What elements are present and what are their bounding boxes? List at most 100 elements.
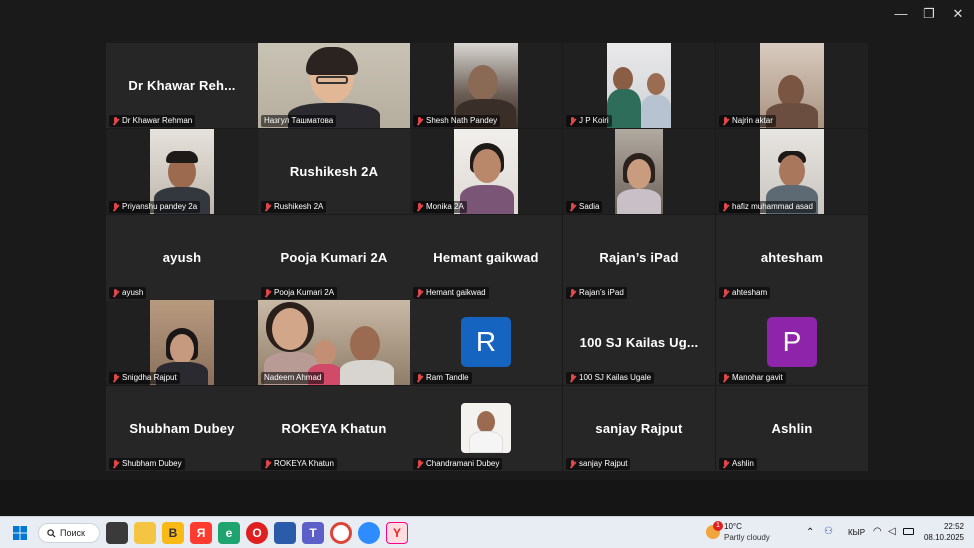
yandex-music-icon[interactable]: Y — [386, 522, 408, 544]
mic-muted-icon — [416, 373, 423, 383]
mic-muted-icon — [722, 373, 729, 383]
yandex-browser-b-icon[interactable]: В — [162, 522, 184, 544]
mic-muted-icon — [416, 288, 423, 298]
participant-label: Nadeem Ahmad — [261, 372, 325, 384]
participant-label: Pooja Kumari 2A — [261, 287, 338, 299]
participant-label: 100 SJ Kailas Ugale — [566, 372, 655, 384]
search-icon — [47, 528, 56, 538]
participant-tile-kailas[interactable]: 100 SJ Kailas Ug... 100 SJ Kailas Ugale — [563, 300, 715, 385]
participant-tile-rajan[interactable]: Rajan’s iPad Rajan’s iPad — [563, 215, 715, 300]
participant-label: Shubham Dubey — [109, 458, 185, 470]
weather-condition: Partly cloudy — [724, 533, 770, 542]
opera-icon[interactable]: O — [246, 522, 268, 544]
participant-label: Manohar gavit — [719, 372, 786, 384]
participant-tile-nadeem[interactable]: Nadeem Ahmad — [258, 300, 410, 385]
mic-muted-icon — [569, 459, 576, 469]
tray-app-icon[interactable]: ⚇ — [824, 526, 833, 537]
chrome-icon[interactable] — [330, 522, 352, 544]
participant-tile-snigdha[interactable]: Snigdha Rajput — [106, 300, 258, 385]
speaker-icon[interactable]: ◁ — [888, 526, 896, 537]
participant-label: Shesh Nath Pandey — [413, 115, 501, 127]
participant-tile-ashlin[interactable]: Ashlin Ashlin — [716, 386, 868, 471]
participant-tile-nazgul[interactable]: Назгул Ташматова — [258, 43, 410, 128]
participant-label: Snigdha Rajput — [109, 372, 180, 384]
file-explorer-icon[interactable] — [134, 522, 156, 544]
participant-label: Ashlin — [719, 458, 757, 470]
participant-avatar-photo — [461, 403, 511, 453]
participant-tile-ayush[interactable]: ayush ayush — [106, 215, 258, 300]
yandex-icon[interactable]: Я — [190, 522, 212, 544]
participant-tile-pooja[interactable]: Pooja Kumari 2A Pooja Kumari 2A — [258, 215, 410, 300]
taskbar-search[interactable]: Поиск — [38, 523, 100, 543]
zoom-icon[interactable] — [358, 522, 380, 544]
participant-label: sanjay Rajput — [566, 458, 631, 470]
weather-badge: 1 — [713, 521, 723, 531]
participant-label: ayush — [109, 287, 147, 299]
participant-tile-chandramani[interactable]: Chandramani Dubey — [410, 386, 562, 471]
participant-tile-sadia[interactable]: Sadia — [563, 129, 715, 214]
edge-icon[interactable]: e — [218, 522, 240, 544]
mic-muted-icon — [416, 202, 423, 212]
mic-muted-icon — [112, 373, 119, 383]
battery-icon[interactable] — [903, 528, 914, 535]
weather-widget[interactable]: 1 10°C Partly cloudy — [704, 521, 794, 545]
participant-tile-shesh[interactable]: Shesh Nath Pandey — [410, 43, 562, 128]
participant-avatar: R — [461, 317, 511, 367]
participant-label: Sadia — [566, 201, 603, 213]
language-indicator[interactable]: КЫР — [848, 528, 865, 537]
participant-tile-rokeya[interactable]: ROKEYA Khatun ROKEYA Khatun — [258, 386, 410, 471]
wifi-icon[interactable]: ◠ — [873, 526, 882, 537]
meeting-controls-strip — [0, 480, 974, 516]
participant-tile-sanjay[interactable]: sanjay Rajput sanjay Rajput — [563, 386, 715, 471]
windows-icon — [13, 526, 27, 540]
participant-label: Chandramani Dubey — [413, 458, 503, 470]
participant-label: Rajan’s iPad — [566, 287, 627, 299]
participant-label: Najrin aktar — [719, 115, 776, 127]
participant-tile-manohar[interactable]: P Manohar gavit — [716, 300, 868, 385]
participant-label: Hemant gaikwad — [413, 287, 489, 299]
mic-muted-icon — [416, 116, 423, 126]
mic-muted-icon — [722, 288, 729, 298]
participant-tile-jp[interactable]: J P Koiri — [563, 43, 715, 128]
tray-chevron-up-icon[interactable]: ⌃ — [806, 527, 814, 538]
mic-muted-icon — [416, 459, 423, 469]
maximize-button[interactable]: ❐ — [915, 4, 943, 24]
mic-muted-icon — [722, 116, 729, 126]
close-button[interactable]: ✕ — [944, 4, 972, 24]
participant-tile-rushikesh[interactable]: Rushikesh 2A Rushikesh 2A — [258, 129, 410, 214]
minimize-button[interactable]: — — [887, 4, 915, 24]
mic-muted-icon — [569, 116, 576, 126]
participant-tile-shubham[interactable]: Shubham Dubey Shubham Dubey — [106, 386, 258, 471]
participant-tile-hemant[interactable]: Hemant gaikwad Hemant gaikwad — [410, 215, 562, 300]
teams-icon[interactable]: T — [302, 522, 324, 544]
participant-label: Назгул Ташматова — [261, 115, 337, 127]
start-button[interactable] — [9, 522, 31, 544]
participant-video — [607, 43, 671, 128]
participant-label: ahtesham — [719, 287, 771, 299]
task-view-icon[interactable] — [106, 522, 128, 544]
mic-muted-icon — [112, 459, 119, 469]
participant-label: ROKEYA Khatun — [261, 458, 337, 470]
participant-tile-ram[interactable]: R Ram Tandle — [410, 300, 562, 385]
participant-tile-najrin[interactable]: Najrin aktar — [716, 43, 868, 128]
clock[interactable]: 22:52 08.10.2025 — [920, 521, 964, 543]
participant-video — [615, 129, 663, 214]
participant-label: Monika 2A — [413, 201, 467, 213]
participant-label: Rushikesh 2A — [261, 201, 327, 213]
meeting-window: — ❐ ✕ Dr Khawar Reh... Dr Khawar Rehman … — [0, 0, 974, 548]
participant-label: hafiz muhammad asad — [719, 201, 816, 213]
mic-muted-icon — [264, 202, 271, 212]
clock-time: 22:52 — [943, 522, 964, 531]
participant-tile-khawar[interactable]: Dr Khawar Reh... Dr Khawar Rehman — [106, 43, 258, 128]
store-icon[interactable] — [274, 522, 296, 544]
mic-muted-icon — [569, 373, 576, 383]
mic-muted-icon — [569, 202, 576, 212]
participant-label: J P Koiri — [566, 115, 612, 127]
participant-tile-hafiz[interactable]: hafiz muhammad asad — [716, 129, 868, 214]
mic-muted-icon — [722, 202, 729, 212]
mic-muted-icon — [264, 459, 271, 469]
participant-label: Priyanshu pandey 2a — [109, 201, 201, 213]
participant-tile-monika[interactable]: Monika 2A — [410, 129, 562, 214]
participant-tile-priyanshu[interactable]: Priyanshu pandey 2a — [106, 129, 258, 214]
participant-tile-ahtesham[interactable]: ahtesham ahtesham — [716, 215, 868, 300]
